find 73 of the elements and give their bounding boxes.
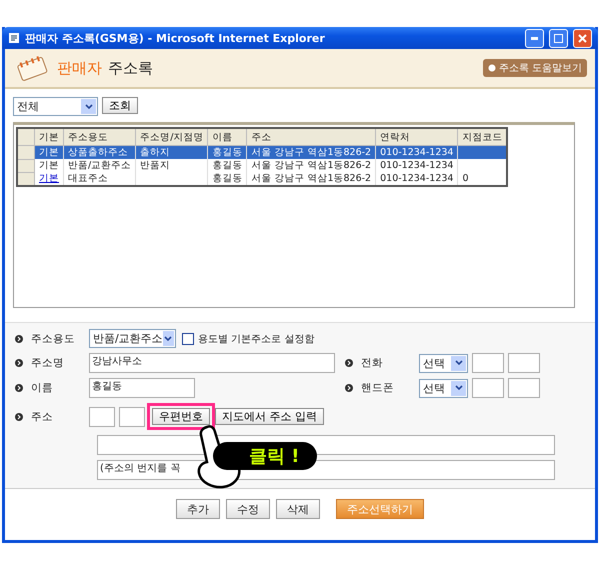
default-link[interactable]: 기본 [39,173,59,184]
input-field[interactable] [472,378,504,398]
search-button[interactable]: 조회 [102,97,138,114]
table-cell: 반품/교환주소 [64,159,136,172]
table-cell: 010-1234-1234 [376,159,458,172]
carrier-select[interactable]: 선택 [419,378,468,398]
bullet-icon [15,334,23,342]
field-label: 전화 [361,356,384,370]
column-header: 이름 [208,128,247,146]
table-cell: 반품지 [136,159,208,172]
zip-code-button[interactable]: 우편번호 [152,408,210,425]
page-icon [8,32,20,44]
bullet-icon [15,384,23,392]
help-button[interactable]: 주소록 도움말보기 [482,59,587,77]
table-cell: 010-1234-1234 [376,172,458,186]
table-cell: 홍길동 [208,159,247,172]
table-cell: 대표주소 [64,172,136,186]
table-cell: 상품출하주소 [64,146,136,159]
bullet-icon [15,359,23,367]
table-row[interactable]: 기본 반품/교환주소 반품지 홍길동 서울 강남구 역삼1동826-2 010-1234-1234 [17,159,508,172]
field-label: 주소명 [31,356,65,370]
bullet-icon [15,412,23,420]
click-tooltip: 클릭 ! [213,442,318,470]
field-label: 이름 [31,381,54,395]
table-cell: 서울 강남구 역삼1동826-2 [246,146,376,159]
minimize-button[interactable] [525,28,544,48]
field-label: 주소 [31,410,54,424]
input-field[interactable]: 강남사무소 [89,353,335,373]
column-header: 기본 [34,128,64,146]
table-cell: 출하지 [136,146,208,159]
input-field[interactable]: 홍길동 [89,378,195,398]
maximize-button[interactable] [549,28,568,48]
minimize-icon [531,36,538,40]
input-field[interactable] [472,353,504,373]
action-button[interactable]: 추가 [176,499,220,519]
table-cell: 010-1234-1234 [376,146,458,159]
table-cell: 홍길동 [208,172,247,186]
usage-select[interactable]: 반품/교환주소 [89,329,176,348]
action-button[interactable]: 삭제 [276,499,320,519]
column-header: 지점코드 [458,128,508,146]
table-row[interactable]: 기본 상품출하주소 출하지 홍길동 서울 강남구 역삼1동826-2 010-1234-1234 [17,146,508,159]
table-cell: 기본 [34,159,64,172]
column-header: 연락처 [376,128,458,146]
action-button[interactable]: 수정 [226,499,270,519]
page-title-accent: 판매자 [57,58,102,78]
close-button[interactable] [573,28,592,48]
input-field[interactable] [508,353,540,373]
map-address-button[interactable]: 지도에서 주소 입력 [215,408,324,425]
page-title: 주소록 [108,58,153,78]
area-code-select[interactable]: 선택 [419,354,468,372]
checkbox[interactable] [182,332,194,344]
bullet-icon [345,359,353,367]
filter-select[interactable]: 전체 [13,97,98,116]
table-cell: 서울 강남구 역삼1동826-2 [246,172,376,186]
input-field[interactable] [508,378,540,398]
table-cell: 0 [458,172,508,186]
column-header: 주소명/지점명 [136,128,208,146]
maximize-icon [554,34,563,42]
input-field[interactable] [89,406,115,426]
input-field[interactable] [119,406,145,426]
table-cell: 홍길동 [208,146,247,159]
column-header: 주소용도 [64,128,136,146]
table-cell [458,159,508,172]
table-cell: 서울 강남구 역삼1동826-2 [246,159,376,172]
field-label: 핸드폰 [361,381,395,395]
window-title: 판매자 주소록(GSM용) - Microsoft Internet Explorer [25,30,326,46]
table-row[interactable]: 기본 대표주소 홍길동 서울 강남구 역삼1동826-2 010-1234-1234 0 [17,172,508,186]
field-label: 주소용도 [31,332,76,346]
table-cell [458,146,508,159]
column-header: 주소 [246,128,376,146]
close-icon [578,34,587,42]
bullet-icon [345,384,353,392]
checkbox-label: 용도별 기본주소로 설정함 [198,332,314,346]
